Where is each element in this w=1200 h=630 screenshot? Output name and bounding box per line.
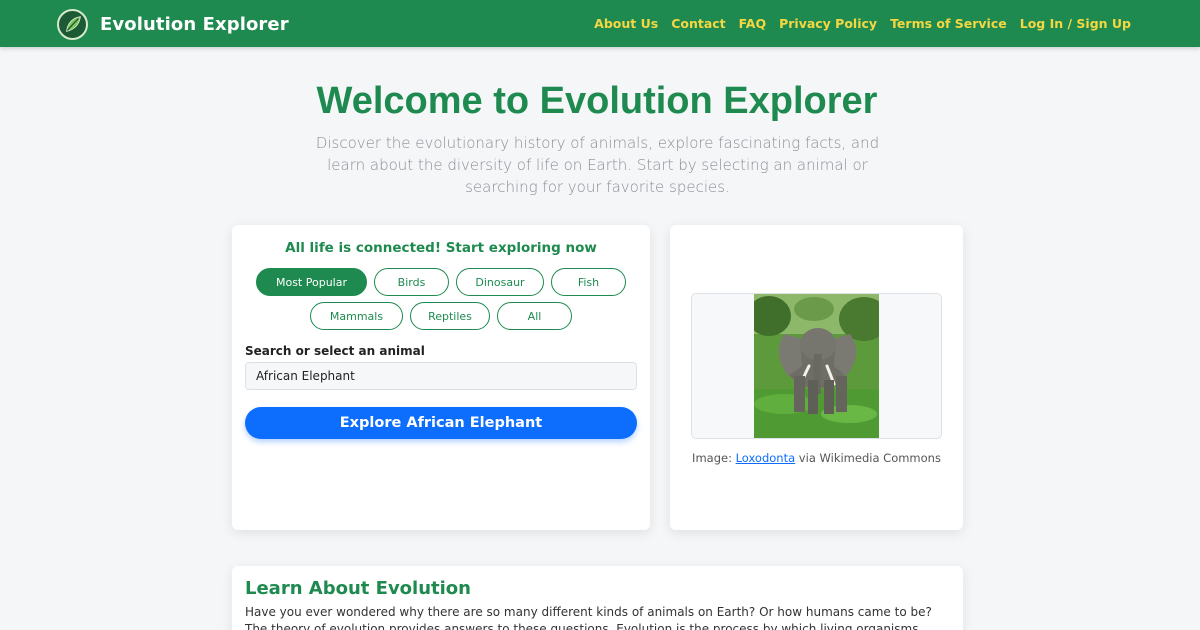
nav-links: About Us Contact FAQ Privacy Policy Term…: [594, 16, 1131, 31]
page-title: Welcome to Evolution Explorer: [316, 80, 878, 122]
nav-link-faq[interactable]: FAQ: [739, 16, 766, 31]
explore-button[interactable]: Explore African Elephant: [245, 407, 637, 439]
learn-section: Learn About Evolution Have you ever wond…: [232, 566, 963, 630]
category-birds[interactable]: Birds: [374, 268, 449, 296]
explorer-tagline: All life is connected! Start exploring n…: [285, 240, 597, 256]
search-label: Search or select an animal: [245, 344, 425, 358]
top-navbar: Evolution Explorer About Us Contact FAQ …: [0, 0, 1200, 47]
animal-search-input[interactable]: [245, 362, 637, 390]
image-caption: Image: Loxodonta via Wikimedia Commons: [670, 451, 963, 465]
learn-text: Have you ever wondered why there are so …: [245, 605, 932, 630]
category-row-1: Most Popular Birds Dinosaur Fish: [232, 268, 650, 296]
nav-link-contact[interactable]: Contact: [671, 16, 725, 31]
category-dinosaur[interactable]: Dinosaur: [456, 268, 544, 296]
caption-suffix: via Wikimedia Commons: [795, 451, 941, 465]
nav-link-about-us[interactable]: About Us: [594, 16, 658, 31]
image-card: Image: Loxodonta via Wikimedia Commons: [670, 225, 963, 530]
learn-title: Learn About Evolution: [245, 578, 471, 599]
brand-title: Evolution Explorer: [100, 13, 289, 35]
category-fish[interactable]: Fish: [551, 268, 626, 296]
animal-image-frame: [691, 293, 942, 439]
explorer-card: All life is connected! Start exploring n…: [232, 225, 650, 530]
caption-prefix: Image:: [692, 451, 736, 465]
category-row-2: Mammals Reptiles All: [232, 302, 650, 330]
leaf-icon: [57, 8, 88, 40]
category-reptiles[interactable]: Reptiles: [410, 302, 490, 330]
brand[interactable]: Evolution Explorer: [57, 8, 289, 40]
category-all[interactable]: All: [497, 302, 572, 330]
category-most-popular[interactable]: Most Popular: [256, 268, 367, 296]
nav-link-terms-of-service[interactable]: Terms of Service: [890, 16, 1007, 31]
page-subtitle: Discover the evolutionary history of ani…: [315, 134, 880, 196]
elephant-photo: [754, 294, 879, 438]
nav-link-login-signup[interactable]: Log In / Sign Up: [1020, 16, 1131, 31]
nav-link-privacy-policy[interactable]: Privacy Policy: [779, 16, 877, 31]
category-mammals[interactable]: Mammals: [310, 302, 403, 330]
caption-link[interactable]: Loxodonta: [736, 451, 796, 465]
